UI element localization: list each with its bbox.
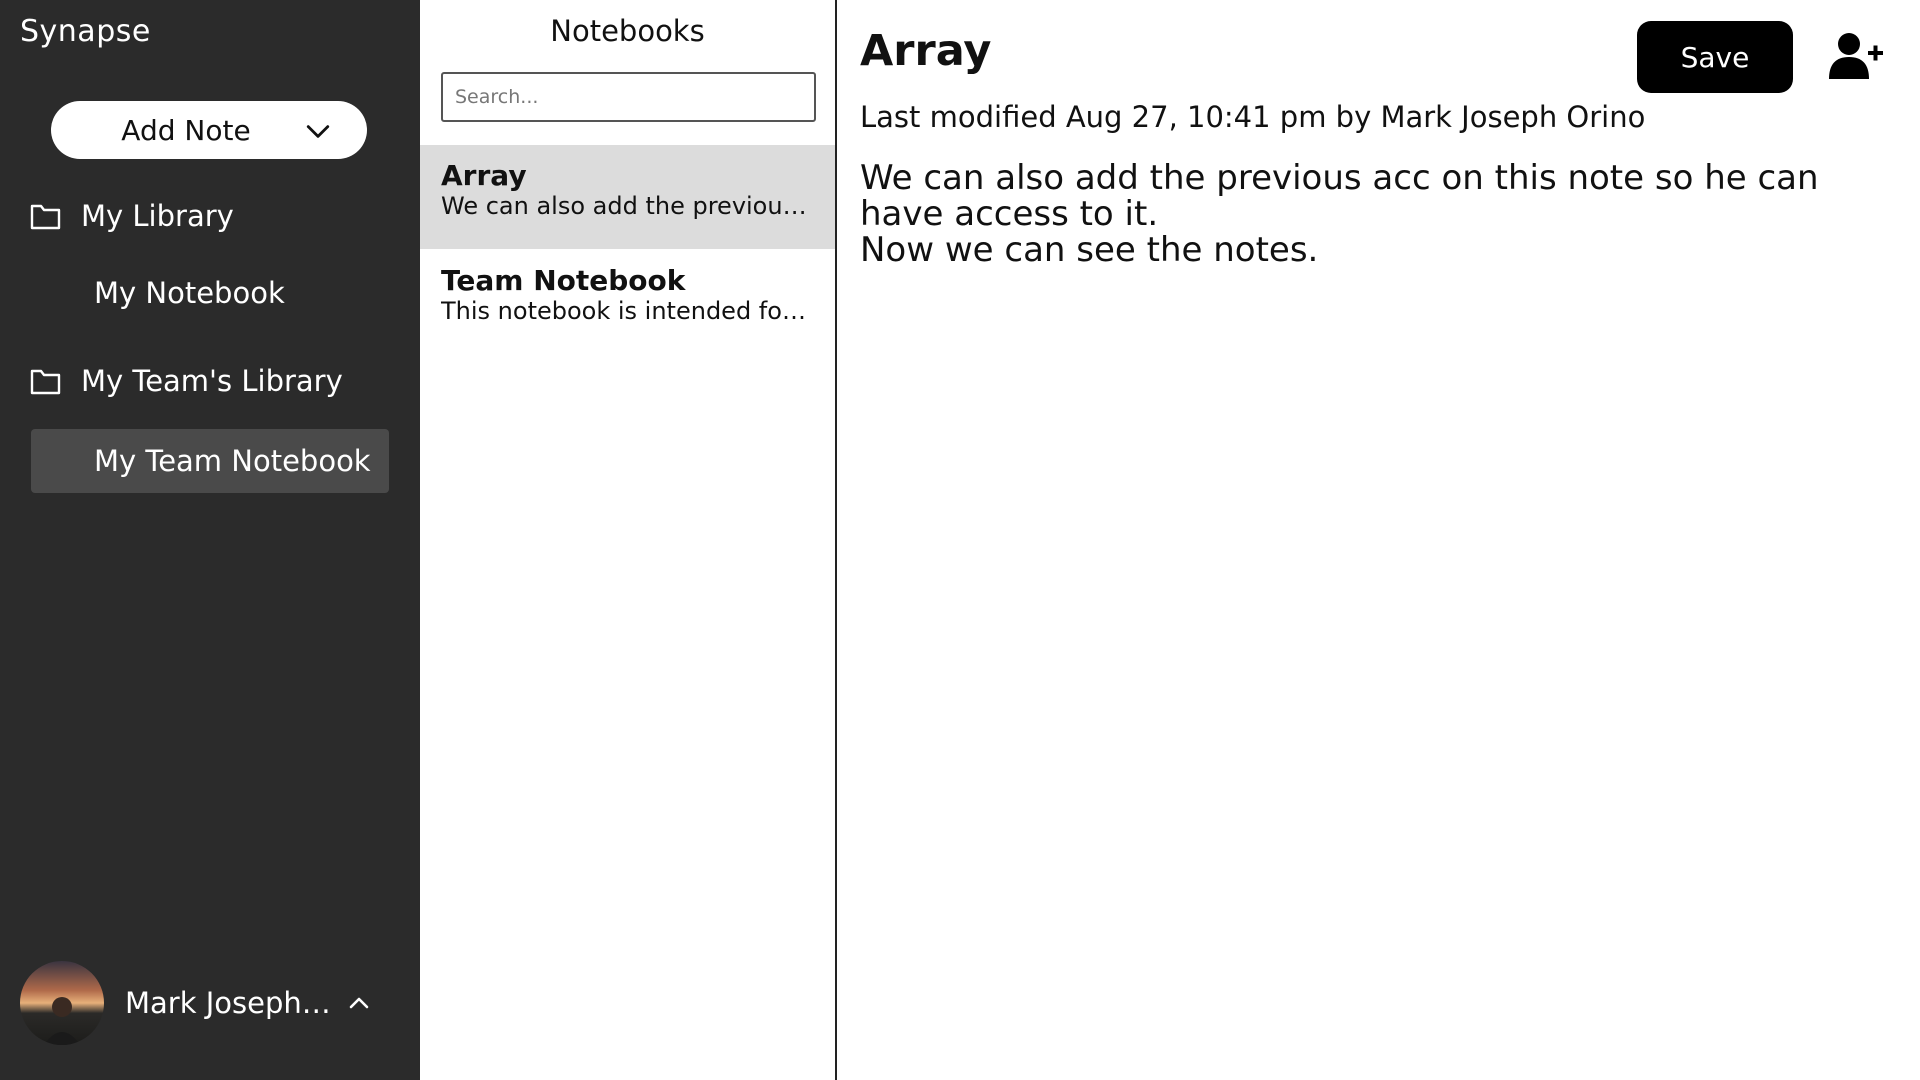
sidebar-library-my-teams-library[interactable]: My Team's Library <box>30 364 343 398</box>
note-body[interactable]: We can also add the previous acc on this… <box>860 160 1910 268</box>
folder-icon <box>30 369 61 395</box>
note-body-line: Now we can see the notes. <box>860 230 1319 270</box>
notebook-label: My Notebook <box>94 276 285 310</box>
note-title-heading[interactable]: Array <box>860 26 991 76</box>
user-name: Mark Joseph Orino <box>125 986 337 1020</box>
notes-list-panel: Notebooks Array We can also add the prev… <box>420 0 837 1080</box>
list-item[interactable]: Array We can also add the previous acc o… <box>420 145 835 249</box>
note-preview: We can also add the previous acc on this… <box>441 192 814 220</box>
note-title: Team Notebook <box>441 264 686 297</box>
list-item[interactable]: Team Notebook This notebook is intended … <box>420 250 835 354</box>
add-user-icon[interactable] <box>1827 31 1885 81</box>
library-label: My Team's Library <box>81 364 343 398</box>
sidebar: Synapse Add Note My Library My Notebook … <box>0 0 420 1080</box>
notebook-label: My Team Notebook <box>94 444 371 478</box>
avatar <box>20 961 104 1045</box>
app-root: Synapse Add Note My Library My Notebook … <box>0 0 1920 1080</box>
list-title: Notebooks <box>550 14 705 48</box>
add-note-label: Add Note <box>121 113 251 147</box>
chevron-down-icon <box>306 125 330 138</box>
note-editor: Array Save Last modified Aug 27, 10:41 p… <box>837 0 1920 1080</box>
note-body-line: We can also add the previous acc on this… <box>860 158 1819 234</box>
save-button[interactable]: Save <box>1637 21 1793 93</box>
folder-icon <box>30 204 61 230</box>
app-brand: Synapse <box>20 14 151 49</box>
search-input[interactable] <box>441 72 816 122</box>
library-label: My Library <box>81 199 234 233</box>
chevron-up-icon <box>349 997 369 1009</box>
note-preview: This notebook is intended for the team. <box>441 297 814 325</box>
last-modified-text: Last modified Aug 27, 10:41 pm by Mark J… <box>860 100 1646 134</box>
user-menu[interactable]: Mark Joseph Orino <box>20 960 400 1046</box>
sidebar-library-my-library[interactable]: My Library <box>30 199 234 233</box>
note-title: Array <box>441 159 527 192</box>
add-note-button[interactable]: Add Note <box>51 101 367 159</box>
sidebar-item-my-notebook[interactable]: My Notebook <box>31 261 389 325</box>
sidebar-item-my-team-notebook[interactable]: My Team Notebook <box>31 429 389 493</box>
